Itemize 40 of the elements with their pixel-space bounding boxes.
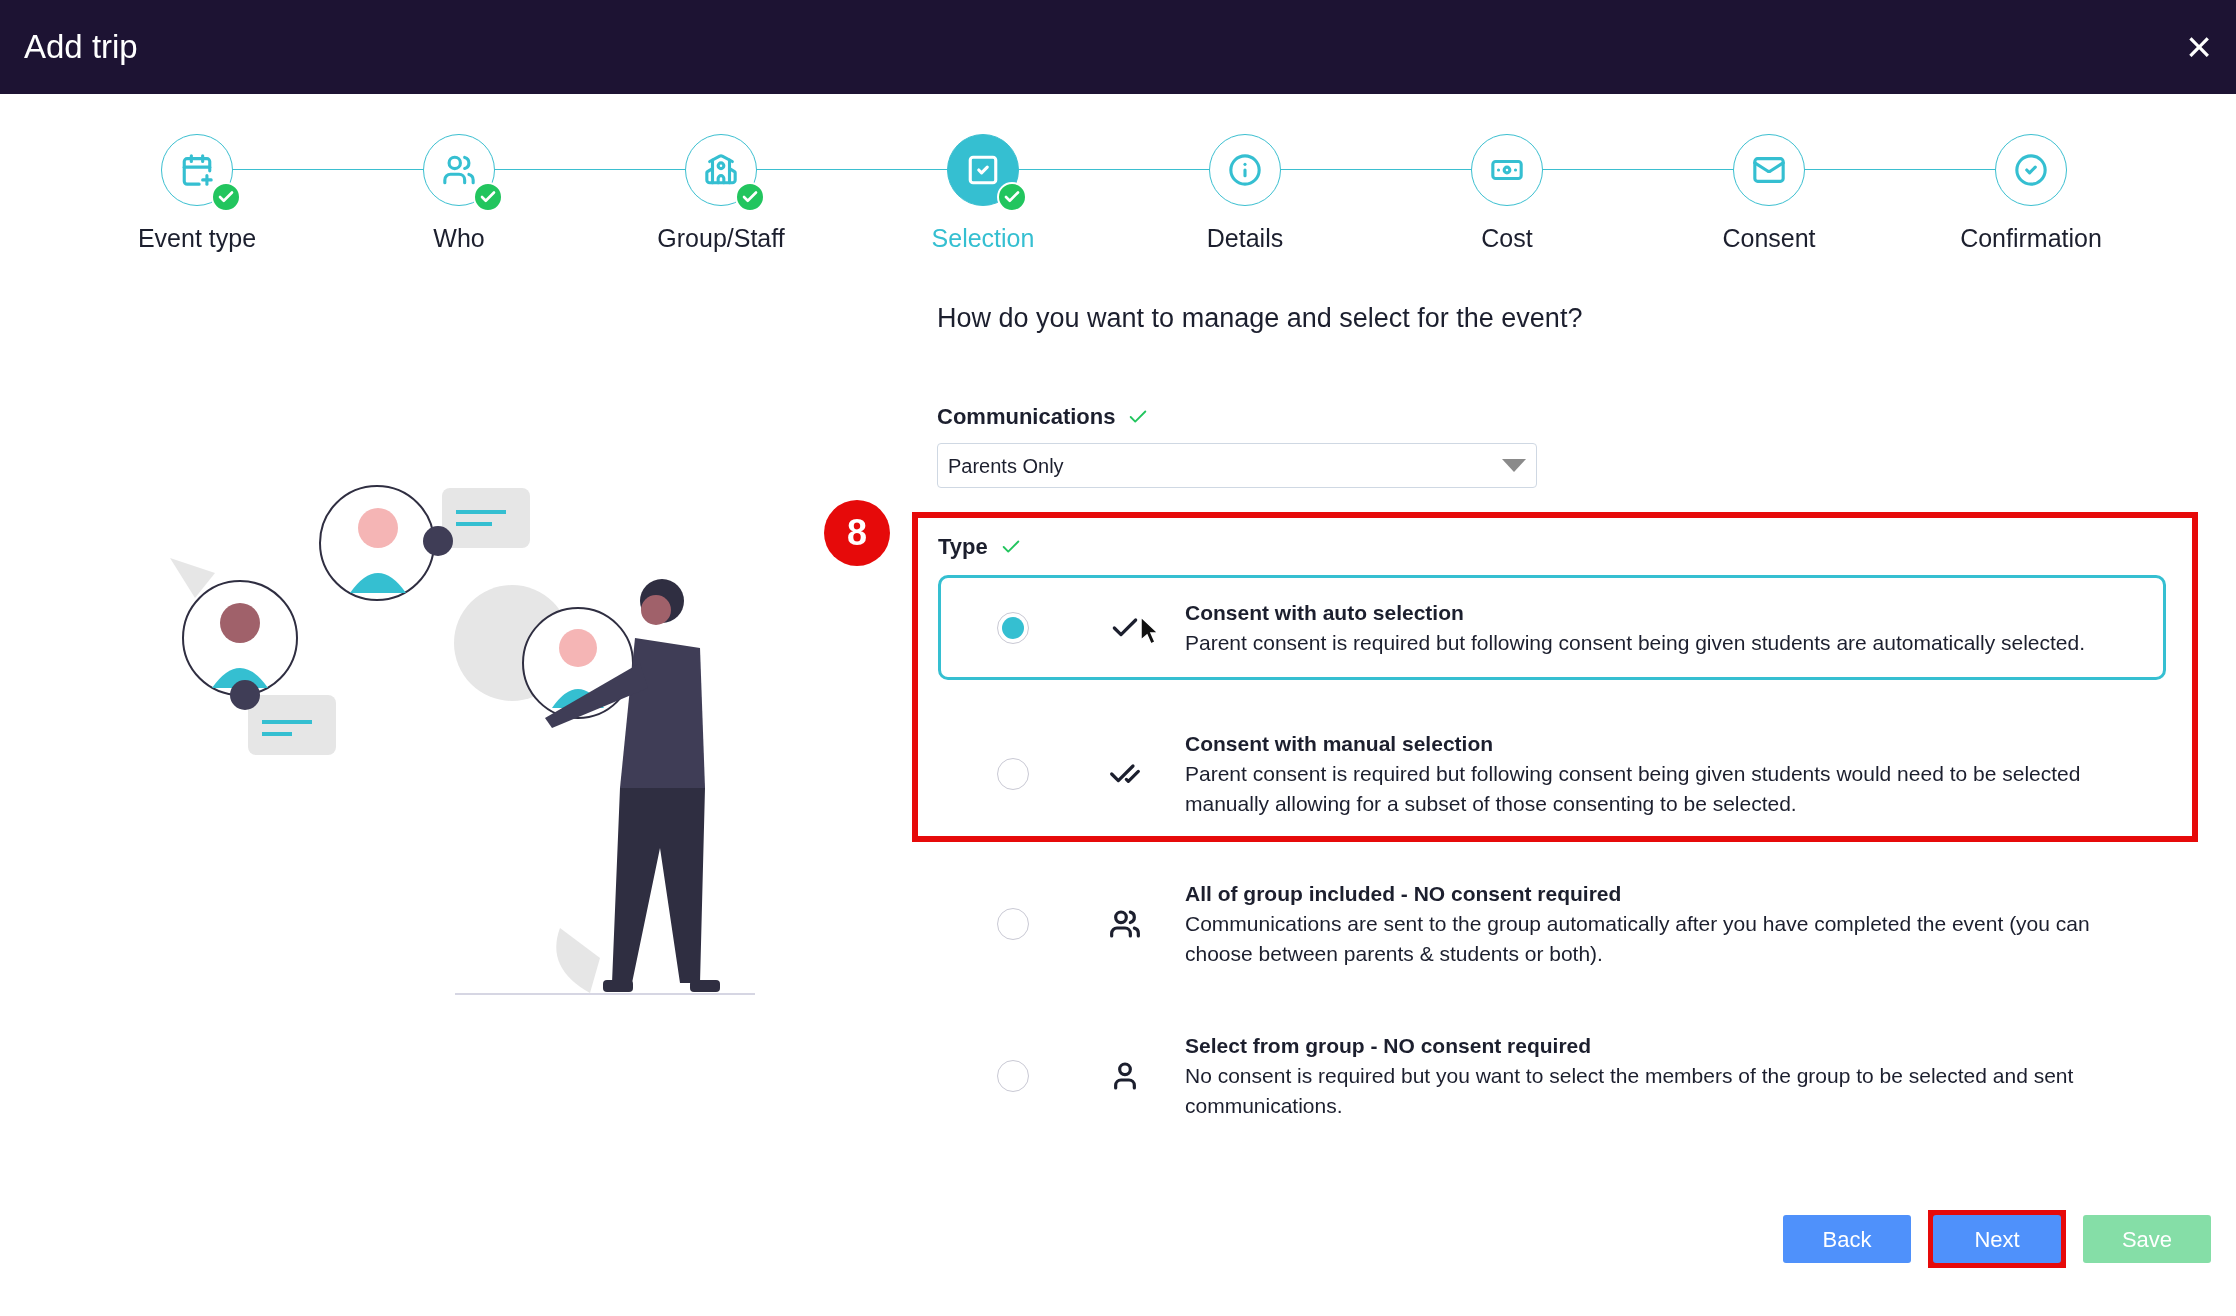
close-button[interactable]: × bbox=[2186, 25, 2212, 69]
radio-button[interactable] bbox=[997, 1060, 1029, 1092]
step-number-badge: 8 bbox=[824, 500, 890, 566]
type-option[interactable]: Consent with auto selection Parent consent is required but following consent being given students are automatically selected. bbox=[938, 575, 2166, 680]
people-board-icon bbox=[442, 153, 476, 187]
option-description: Communications are sent to the group automatically after you have completed the event (you can choose between parents & students or both). bbox=[1185, 911, 2091, 967]
group-icon bbox=[1109, 908, 1141, 940]
question-text: How do you want to manage and select for the event? bbox=[937, 301, 1584, 335]
step-label: Consent bbox=[1722, 223, 1816, 254]
step-label: Group/Staff bbox=[657, 223, 785, 254]
field-label: Communications bbox=[937, 403, 1116, 431]
calendar-plus-icon bbox=[180, 153, 214, 187]
step-label: Confirmation bbox=[1960, 223, 2102, 254]
step-label: Event type bbox=[137, 223, 257, 254]
option-title: All of group included - NO consent required bbox=[1185, 881, 1623, 907]
communications-dropdown[interactable]: Parents Only bbox=[937, 443, 1537, 488]
check-circle-icon bbox=[2014, 153, 2048, 187]
option-title: Consent with manual selection bbox=[1185, 731, 1495, 757]
step-label: Details bbox=[1206, 223, 1284, 254]
dropdown-caret-icon bbox=[1502, 459, 1526, 472]
school-building-icon bbox=[704, 153, 738, 187]
option-title: Consent with auto selection bbox=[1185, 599, 1465, 626]
checkbox-icon bbox=[966, 153, 1000, 187]
radio-button[interactable] bbox=[997, 758, 1029, 790]
radio-button[interactable] bbox=[997, 908, 1029, 940]
step-label: Cost bbox=[1481, 223, 1533, 254]
dropdown-value: Parents Only bbox=[948, 453, 1064, 479]
radio-button[interactable] bbox=[997, 611, 1029, 644]
option-description: Parent consent is required but following consent being given students are automatically selected. bbox=[1185, 629, 2086, 656]
step-label: Selection bbox=[931, 223, 1035, 254]
type-option[interactable]: Consent with manual selection Parent consent is required but following consent being given students would need to be selected manually allowing for a subset of those consenting to be selected. bbox=[938, 716, 2166, 832]
type-option[interactable]: Select from group - NO consent required No consent is required but you want to select the members of the group to be selected and sent communications. bbox=[938, 1018, 2166, 1134]
option-description: No consent is required but you want to select the members of the group to be selected and sent communications. bbox=[1185, 1063, 2075, 1119]
option-description: Parent consent is required but following consent being given students would need to be selected manually allowing for a subset of those consenting to be selected. bbox=[1185, 761, 2082, 817]
option-title: Select from group - NO consent required bbox=[1185, 1033, 1593, 1059]
type-option[interactable]: All of group included - NO consent required Communications are sent to the group automatically after you have completed the event (you can choose between parents & students or both). bbox=[938, 866, 2166, 982]
step-label: Who bbox=[433, 223, 485, 254]
info-icon bbox=[1228, 153, 1262, 187]
window-title: Add trip bbox=[24, 27, 138, 68]
field-label: Type bbox=[938, 533, 988, 561]
